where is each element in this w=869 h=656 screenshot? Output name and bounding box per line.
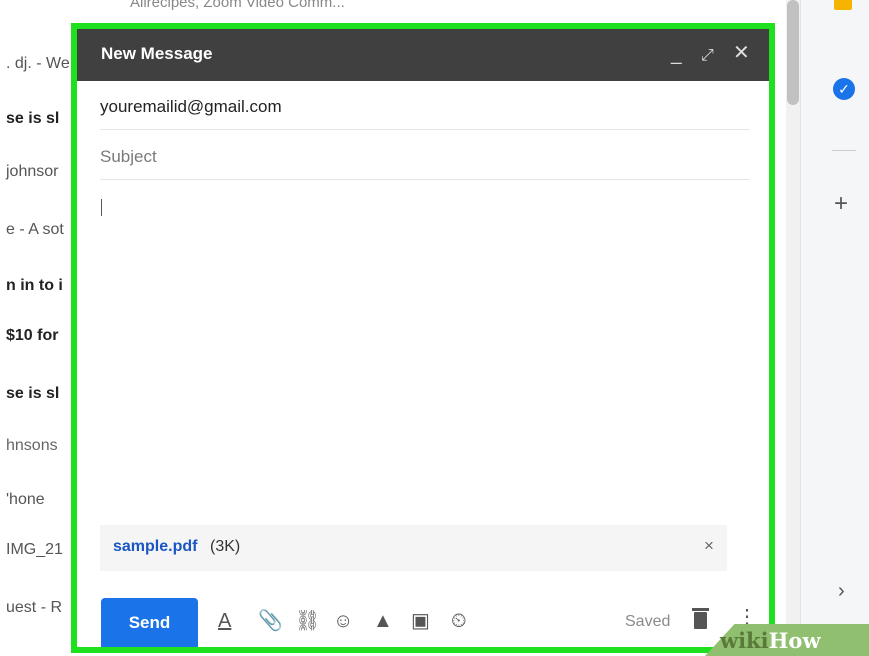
text-cursor	[101, 199, 102, 216]
watermark-wiki: wiki	[720, 628, 769, 653]
save-status: Saved	[625, 613, 671, 630]
discard-draft-icon-lid[interactable]	[692, 608, 709, 611]
compose-title: New Message	[101, 44, 213, 63]
divider	[100, 179, 750, 180]
remove-attachment-icon[interactable]: ×	[704, 536, 714, 556]
insert-link-icon[interactable]: ⛓	[295, 609, 320, 633]
tasks-icon[interactable]: ✓	[833, 78, 855, 100]
compose-header[interactable]: New Message _ ⤢ ✕	[77, 29, 769, 81]
watermark-how: How	[768, 628, 821, 653]
side-panel	[800, 0, 869, 656]
add-addon-icon[interactable]: +	[834, 192, 848, 216]
insert-photo-icon[interactable]: ▣	[411, 609, 430, 633]
recipient-field[interactable]: youremailid@gmail.com	[100, 97, 282, 117]
formatting-options-icon[interactable]: A	[218, 609, 231, 633]
rail-divider	[832, 150, 856, 151]
expand-icon[interactable]: ⤢	[701, 44, 714, 68]
scrollbar-thumb[interactable]	[787, 0, 799, 105]
attach-files-icon[interactable]: 📎	[258, 609, 283, 633]
close-icon[interactable]: ✕	[733, 41, 750, 65]
divider	[100, 129, 750, 130]
insert-emoji-icon[interactable]: ☺	[333, 609, 353, 633]
discard-draft-icon[interactable]	[694, 612, 707, 629]
wikihow-watermark: wikiHow	[720, 628, 821, 653]
minimize-icon[interactable]: _	[671, 43, 682, 67]
compose-window: New Message _ ⤢ ✕ youremailid@gmail.com …	[77, 29, 769, 647]
keep-icon[interactable]	[834, 0, 852, 10]
send-button[interactable]: Send	[101, 598, 198, 647]
chevron-right-icon[interactable]: ›	[838, 580, 845, 603]
subject-field[interactable]: Subject	[100, 147, 157, 167]
google-drive-icon[interactable]: ▲	[373, 609, 393, 633]
inbox-top-row[interactable]: Allrecipes, Zoom Video Comm...	[130, 0, 345, 11]
attachment-chip[interactable]: sample.pdf (3K) ×	[100, 525, 727, 571]
confidential-mode-icon[interactable]: ⏲	[451, 609, 467, 633]
attachment-name[interactable]: sample.pdf	[113, 538, 197, 556]
attachment-size: (3K)	[210, 538, 241, 555]
